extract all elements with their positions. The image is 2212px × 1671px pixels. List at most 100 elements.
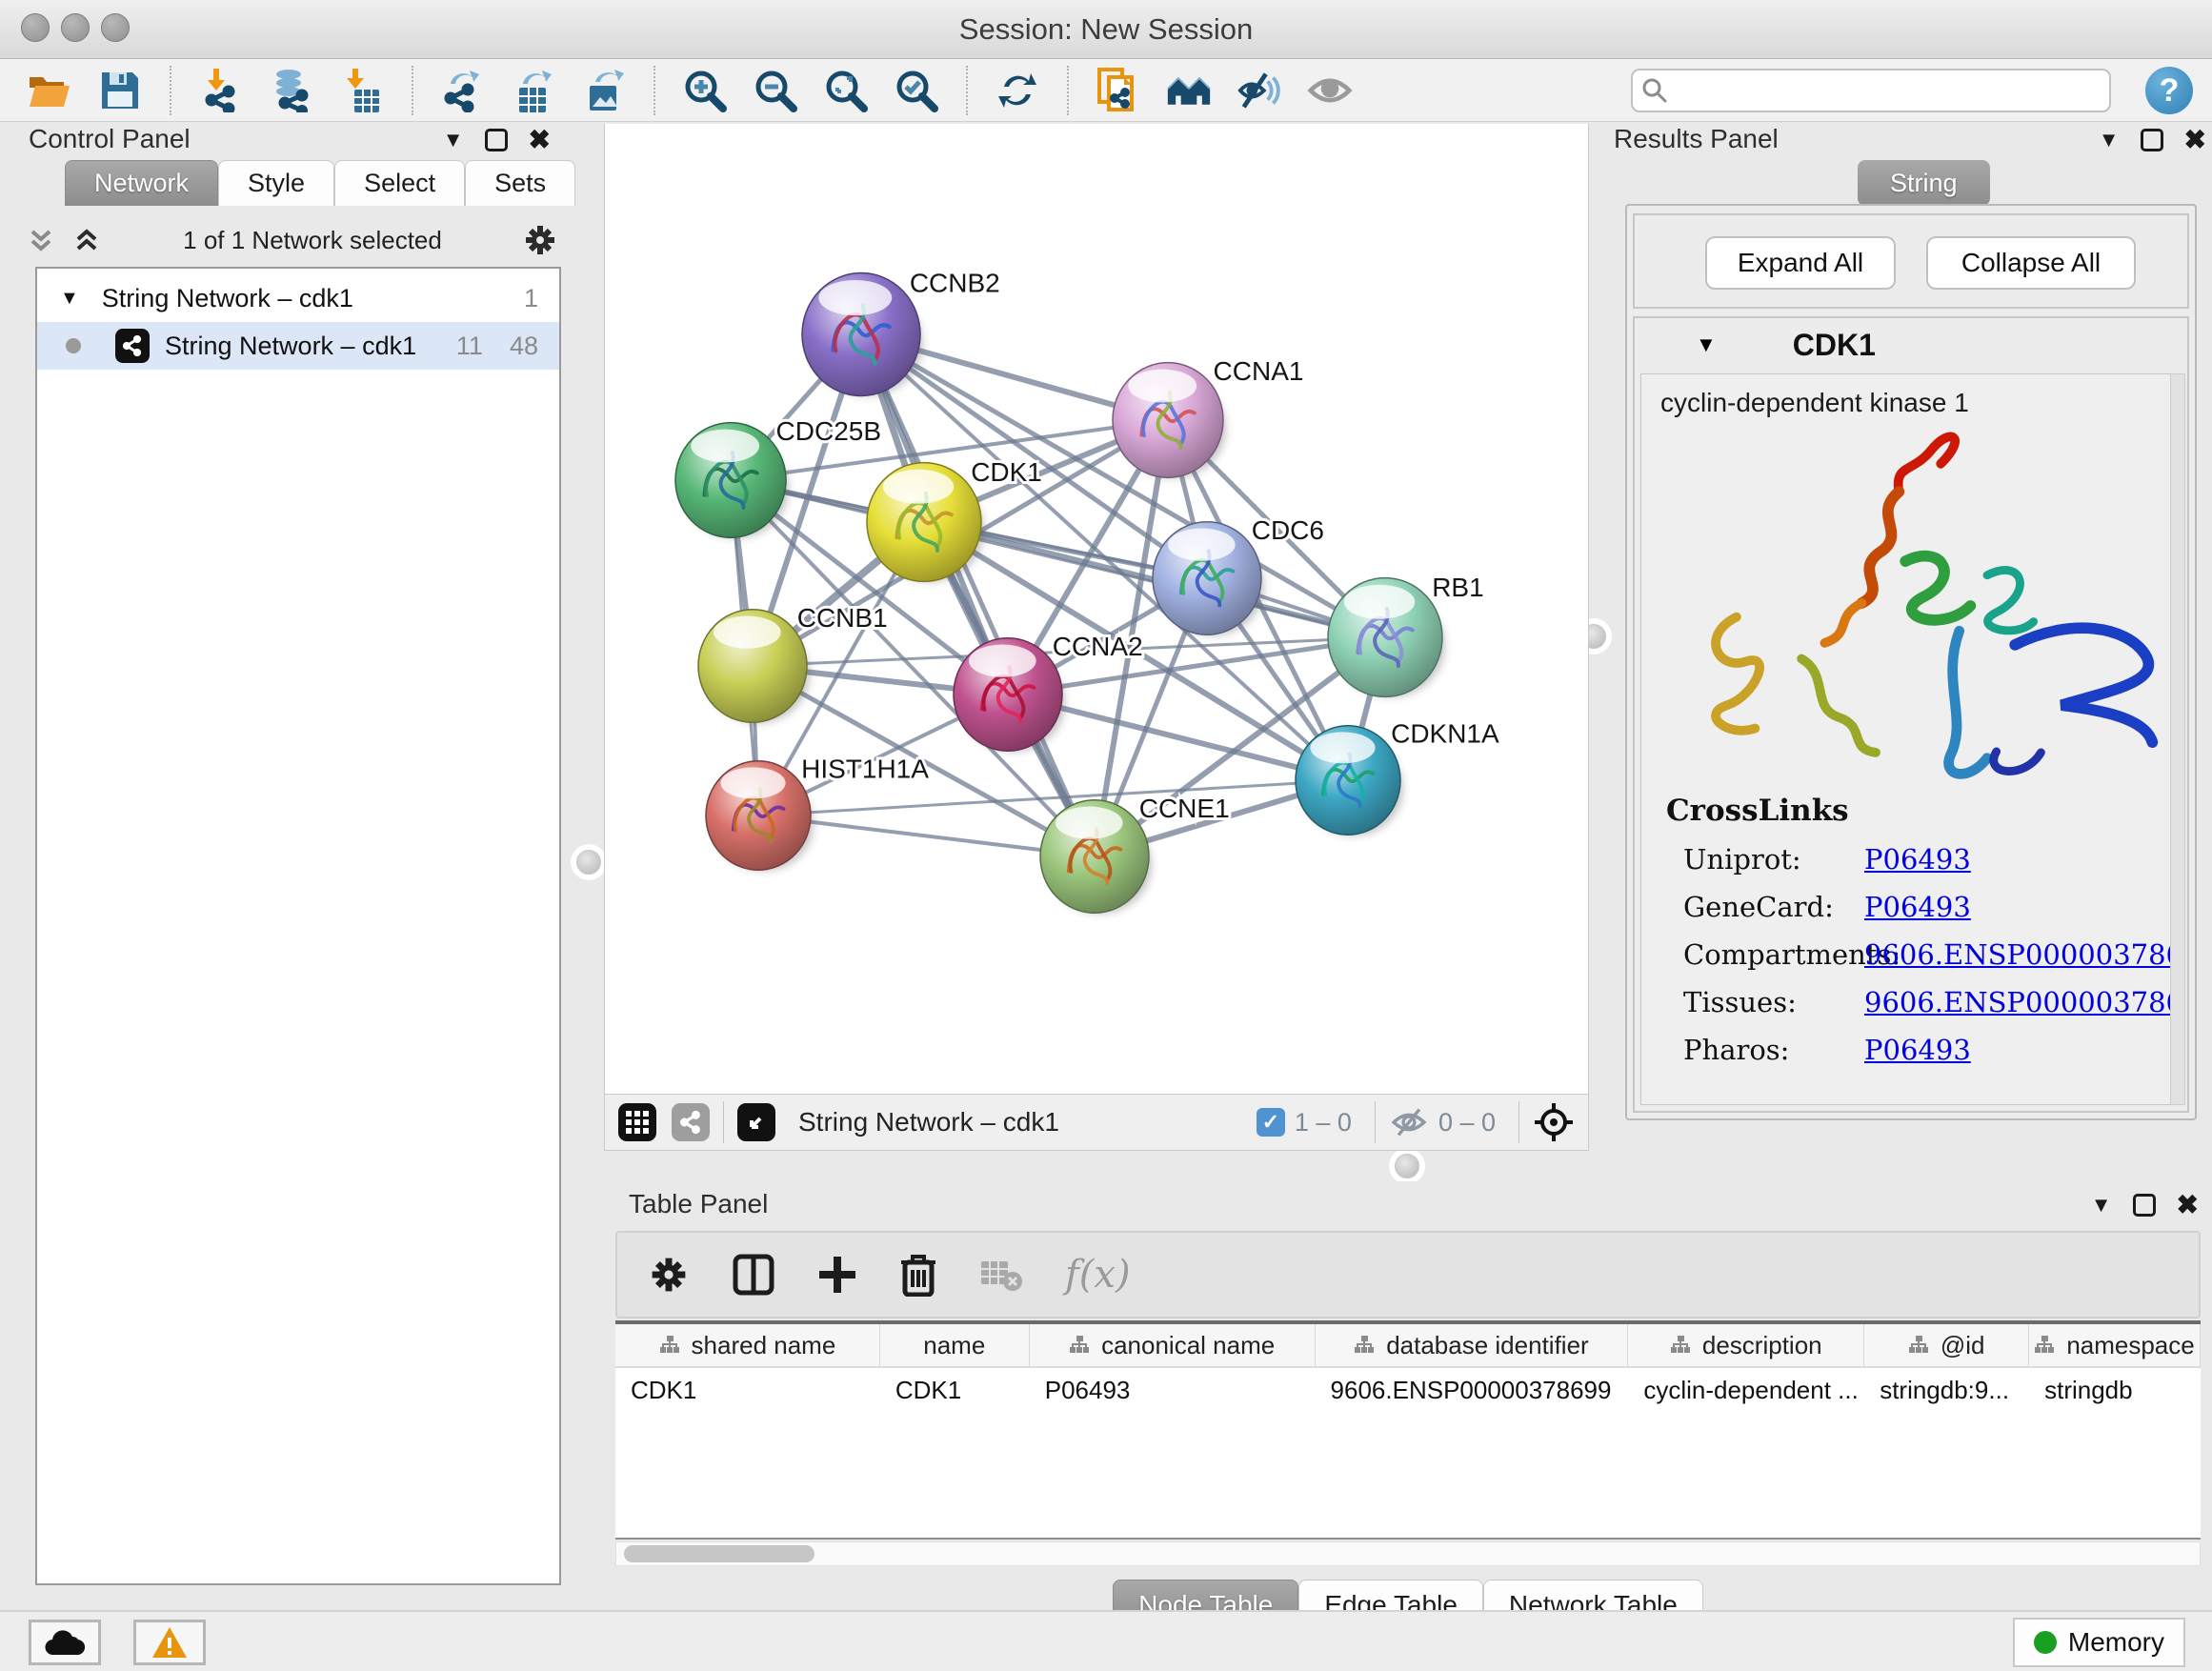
search-box[interactable] xyxy=(1631,69,2111,112)
eye-icon xyxy=(1307,71,1353,110)
warnings-button[interactable] xyxy=(133,1620,206,1665)
delete-table-icon[interactable] xyxy=(979,1258,1023,1292)
show-view-button[interactable] xyxy=(1307,68,1353,113)
column-header-name[interactable]: name xyxy=(880,1324,1030,1366)
panel-float-icon[interactable] xyxy=(2133,1194,2156,1217)
results-panel-title: Results Panel xyxy=(1614,124,1779,154)
crosslink-link[interactable]: P06493 xyxy=(1864,891,1971,923)
network-view-toolbar: String Network – cdk1 ✓ 1 – 0 0 – 0 xyxy=(604,1094,1589,1151)
export-image-button[interactable] xyxy=(581,68,627,113)
clone-network-button[interactable] xyxy=(1096,68,1141,113)
node-CCNA1[interactable]: CCNA1 xyxy=(1113,356,1303,478)
zoom-fit-button[interactable] xyxy=(823,68,869,113)
table-cell[interactable]: cyclin-dependent ... xyxy=(1628,1368,1864,1412)
bottom-splitter-handle[interactable] xyxy=(1395,1154,1419,1178)
memory-button[interactable]: Memory xyxy=(2013,1618,2185,1667)
column-header-canonical-name[interactable]: canonical name xyxy=(1030,1324,1316,1366)
table-cell[interactable]: 9606.ENSP00000378699 xyxy=(1316,1368,1629,1412)
table-cell[interactable]: P06493 xyxy=(1030,1368,1316,1412)
expand-all-icon[interactable] xyxy=(70,224,103,256)
left-splitter-handle[interactable] xyxy=(576,850,601,875)
column-header-database-identifier[interactable]: database identifier xyxy=(1316,1324,1629,1366)
results-scrollbar[interactable] xyxy=(2170,373,2185,1105)
column-type-icon xyxy=(1069,1331,1090,1360)
show-columns-icon[interactable] xyxy=(732,1253,775,1297)
zoom-in-button[interactable] xyxy=(682,68,728,113)
table-cell[interactable]: stringdb:9... xyxy=(1864,1368,2029,1412)
collapse-all-button[interactable]: Collapse All xyxy=(1926,236,2136,290)
node-CCNE1[interactable]: CCNE1 xyxy=(1040,794,1230,914)
table-hscrollbar[interactable] xyxy=(615,1541,2201,1566)
panel-menu-icon[interactable]: ▼ xyxy=(2099,128,2120,152)
search-input[interactable] xyxy=(1677,76,2100,106)
panel-menu-icon[interactable]: ▼ xyxy=(2091,1193,2112,1218)
control-panel-title: Control Panel xyxy=(29,124,191,154)
birdseye-toggle-icon[interactable] xyxy=(737,1103,775,1141)
collapse-all-icon[interactable] xyxy=(25,224,57,256)
import-network-database-button[interactable] xyxy=(269,68,314,113)
save-session-button[interactable] xyxy=(97,68,143,113)
eye-slash-icon xyxy=(1237,70,1282,111)
function-builder-button[interactable]: f(x) xyxy=(1065,1253,1131,1297)
string-view-icon[interactable] xyxy=(672,1103,710,1141)
panel-float-icon[interactable] xyxy=(485,129,508,151)
table-cell[interactable]: CDK1 xyxy=(880,1368,1030,1412)
panel-close-icon[interactable]: ✖ xyxy=(529,124,551,155)
node-CDC25B[interactable]: CDC25B xyxy=(675,416,881,538)
table-cell[interactable]: stringdb xyxy=(2029,1368,2201,1412)
import-network-file-button[interactable] xyxy=(198,68,244,113)
node-CDK1[interactable]: CDK1 xyxy=(867,457,1042,582)
node-CCNB2[interactable]: CCNB2 xyxy=(802,268,1000,395)
column-header--id[interactable]: @id xyxy=(1864,1324,2029,1366)
expand-all-button[interactable]: Expand All xyxy=(1705,236,1896,290)
node-RB1[interactable]: RB1 xyxy=(1328,573,1484,697)
refresh-icon xyxy=(996,70,1038,111)
crosslink-link[interactable]: P06493 xyxy=(1864,843,1971,876)
column-type-icon xyxy=(659,1331,680,1360)
node-CDKN1A[interactable]: CDKN1A xyxy=(1296,718,1499,836)
panel-close-icon[interactable]: ✖ xyxy=(2177,1189,2199,1220)
help-button[interactable]: ? xyxy=(2145,67,2193,114)
zoom-out-button[interactable] xyxy=(753,68,798,113)
table-settings-gear-icon[interactable] xyxy=(648,1254,690,1296)
panel-menu-icon[interactable]: ▼ xyxy=(443,128,464,152)
panel-close-icon[interactable]: ✖ xyxy=(2184,124,2206,155)
column-header-namespace[interactable]: namespace xyxy=(2029,1324,2201,1366)
crosshair-icon[interactable] xyxy=(1533,1101,1575,1143)
zoom-selected-button[interactable] xyxy=(894,68,939,113)
network-canvas[interactable]: CCNB2CCNA1CDC25BCDK1CDC6RB1CCNB1CCNA2CDK… xyxy=(604,124,1589,1094)
crosslink-link[interactable]: 9606.ENSP00000378699 xyxy=(1864,986,2183,1018)
view-grid-icon[interactable] xyxy=(618,1103,656,1141)
panel-float-icon[interactable] xyxy=(2141,129,2163,151)
result-node-name: CDK1 xyxy=(1793,328,1876,363)
crosslink-link[interactable]: 9606.ENSP00000378699 xyxy=(1864,938,2183,971)
add-column-icon[interactable] xyxy=(817,1255,857,1295)
tab-network[interactable]: Network xyxy=(65,160,218,206)
delete-column-icon[interactable] xyxy=(899,1253,937,1297)
collapse-entry-icon[interactable]: ▼ xyxy=(1696,332,1717,357)
column-header-shared-name[interactable]: shared name xyxy=(615,1324,880,1366)
network-collection-row[interactable]: ▼ String Network – cdk1 1 xyxy=(37,274,559,322)
export-table-button[interactable] xyxy=(511,68,556,113)
tree-expander-icon[interactable]: ▼ xyxy=(60,288,79,310)
cloud-status-button[interactable] xyxy=(29,1620,101,1665)
tab-select[interactable]: Select xyxy=(334,160,465,206)
selected-checkbox-icon[interactable]: ✓ xyxy=(1257,1108,1285,1137)
tab-sets[interactable]: Sets xyxy=(465,160,575,206)
hide-views-button[interactable] xyxy=(1237,68,1282,113)
gear-icon[interactable] xyxy=(522,222,558,258)
crosslink-link[interactable]: P06493 xyxy=(1864,1034,1971,1066)
tab-style[interactable]: Style xyxy=(218,160,334,206)
network-row[interactable]: String Network – cdk1 11 48 xyxy=(37,322,559,370)
export-network-button[interactable] xyxy=(440,68,486,113)
table-row[interactable]: CDK1CDK1P064939606.ENSP00000378699cyclin… xyxy=(615,1368,2201,1412)
open-session-button[interactable] xyxy=(27,68,72,113)
import-table-file-button[interactable] xyxy=(339,68,385,113)
node-CCNB1[interactable]: CCNB1 xyxy=(698,603,888,723)
table-cell[interactable]: CDK1 xyxy=(615,1368,880,1412)
show-all-views-button[interactable] xyxy=(1166,68,1212,113)
tab-string[interactable]: String xyxy=(1858,160,1990,206)
refresh-view-button[interactable] xyxy=(995,68,1040,113)
column-header-description[interactable]: description xyxy=(1628,1324,1864,1366)
node-label-CCNA1: CCNA1 xyxy=(1214,356,1304,386)
